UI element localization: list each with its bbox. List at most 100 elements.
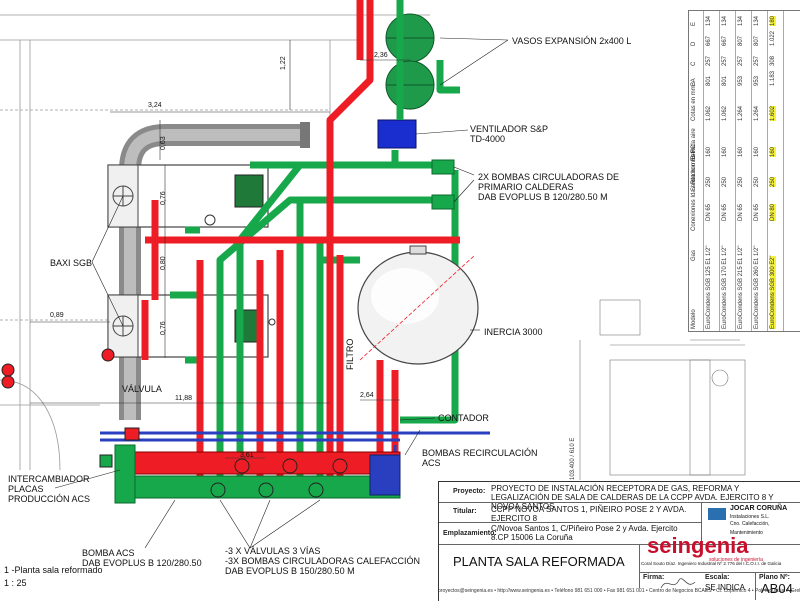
table-cell: EuroCondens SGB 215 E bbox=[738, 260, 744, 329]
table-cell: 1.264 bbox=[754, 105, 760, 121]
label-recirc-pumps-2: ACS bbox=[422, 458, 441, 468]
label-three-way-valves: -3 X VÁLVULAS 3 VÍAS bbox=[225, 546, 321, 556]
table-cell: 250 bbox=[722, 176, 728, 187]
boiler-upper bbox=[107, 164, 269, 228]
label-boiler: BAXI SGB bbox=[50, 258, 93, 268]
boiler-model-table: Modelo Gas Conexiones Ida / Retorno IC-R… bbox=[688, 10, 800, 332]
boiler-lower bbox=[107, 294, 276, 358]
label-heat-exchanger-2: PLACAS bbox=[8, 484, 44, 494]
table-cell: 801 bbox=[706, 75, 712, 86]
table-cell: 667 bbox=[722, 35, 728, 46]
label-heating-pumps: -3X BOMBAS CIRCULADORAS CALEFACCIÓN bbox=[225, 556, 421, 566]
table-cell: 1.062 bbox=[706, 105, 712, 121]
table-cell: 134 bbox=[722, 15, 728, 26]
table-cell: 1.264 bbox=[738, 105, 744, 121]
label-heat-exchanger: INTERCAMBIADOR bbox=[8, 474, 90, 484]
table-cell: 250 bbox=[738, 176, 744, 187]
sheet-title: PLANTA SALA REFORMADA bbox=[453, 554, 625, 569]
footer-contact: proyectos@seingenia.es • http://www.sein… bbox=[438, 588, 800, 594]
table-cell: DN 65 bbox=[754, 203, 760, 221]
table-cell-highlighted: DN 80 bbox=[770, 203, 776, 221]
dim-text: 3,24 bbox=[148, 102, 162, 109]
table-cell-highlighted: 1.602 bbox=[770, 105, 776, 121]
table-cell: 257 bbox=[706, 55, 712, 66]
label-valve: VÁLVULA bbox=[122, 384, 162, 394]
table-cell: 801 bbox=[722, 75, 728, 86]
table-header-air: Entrada aire bbox=[691, 128, 697, 161]
label-expansion-vessels: VASOS EXPANSIÓN 2x400 L bbox=[512, 36, 632, 46]
dim-text: 3,61 bbox=[240, 452, 254, 459]
dim-text: 2,64 bbox=[360, 392, 374, 399]
table-cell: 250 bbox=[754, 176, 760, 187]
company-logo bbox=[708, 508, 726, 520]
table-cell: 257 bbox=[738, 55, 744, 66]
brand-cell: seingenia soluciones de ingeniería bbox=[639, 534, 800, 564]
inertia-tank bbox=[357, 245, 479, 365]
label-primary-pumps-2: PRIMARIO CALDERAS bbox=[478, 182, 574, 192]
table-cell: 807 bbox=[738, 35, 744, 46]
table-cell-highlighted: 250 bbox=[770, 176, 776, 187]
divider bbox=[639, 572, 800, 573]
table-cell: 160 bbox=[706, 146, 712, 157]
table-cell: DN 65 bbox=[738, 203, 744, 221]
table-cell: 160 bbox=[738, 146, 744, 157]
table-cell: 807 bbox=[754, 35, 760, 46]
table-cell-highlighted: 2" bbox=[770, 255, 776, 261]
table-cell: 1 1/2" bbox=[738, 245, 744, 261]
table-cell: 1.062 bbox=[722, 105, 728, 121]
project-key: Proyecto: bbox=[453, 488, 486, 495]
table-cell: 134 bbox=[754, 15, 760, 26]
table-cell: 257 bbox=[754, 55, 760, 66]
sheet-title-cell: PLANTA SALA REFORMADA bbox=[439, 544, 640, 588]
table-header-gas: Gas bbox=[691, 249, 697, 261]
table-cell: EuroCondens SGB 170 E bbox=[722, 260, 728, 329]
table-cell-highlighted: 180 bbox=[770, 15, 776, 26]
table-header-e: E bbox=[691, 21, 697, 26]
table-cell: 1 1/2" bbox=[754, 245, 760, 261]
table-cell: DN 65 bbox=[706, 203, 712, 221]
valve-marker bbox=[1, 375, 15, 389]
table-cell: 134 bbox=[706, 15, 712, 26]
table-cell: 134 bbox=[738, 15, 744, 26]
table-cell: 250 bbox=[706, 176, 712, 187]
dim-text: 11,88 bbox=[175, 395, 192, 402]
table-cell: 257 bbox=[722, 55, 728, 66]
primary-pumps bbox=[431, 159, 455, 210]
dim-text: 0,63 bbox=[160, 136, 167, 150]
title-block: Proyecto: PROYECTO DE INSTALACIÓN RECEPT… bbox=[438, 481, 800, 601]
table-cell: 1 1/2" bbox=[722, 245, 728, 261]
dim-text: 0,76 bbox=[160, 191, 167, 205]
table-header-d: D bbox=[691, 41, 697, 46]
table-cell: DN 65 bbox=[722, 203, 728, 221]
table-cell: 308 bbox=[770, 55, 776, 66]
valve-marker bbox=[1, 363, 15, 377]
table-header-model: Modelo bbox=[691, 309, 697, 329]
dim-text: 0,80 bbox=[160, 256, 167, 270]
table-cell: EuroCondens SGB 260 E bbox=[754, 260, 760, 329]
table-cell: 1.183 bbox=[770, 70, 776, 86]
location-key: Emplazamiento: bbox=[443, 530, 497, 537]
expansion-vessels bbox=[385, 13, 435, 110]
dim-text: 2,36 bbox=[374, 52, 388, 59]
label-filter: FILTRO bbox=[345, 338, 355, 370]
label-heat-exchanger-3: PRODUCCIÓN ACS bbox=[8, 494, 91, 504]
table-cell: 160 bbox=[754, 146, 760, 157]
table-cell: 160 bbox=[722, 146, 728, 157]
label-heating-pumps-model: DAB EVOPLUS B 150/280.50 M bbox=[225, 566, 355, 576]
ventilator bbox=[377, 119, 417, 149]
plan-number-key: Plano Nº: bbox=[759, 574, 790, 581]
table-cell: EuroCondens SGB 125 E bbox=[706, 260, 712, 329]
label-ventilator-model: TD-4000 bbox=[470, 134, 506, 144]
table-header-c: C bbox=[691, 61, 697, 66]
plan-name: 1 -Planta sala reformado bbox=[4, 565, 103, 575]
label-meter: CONTADOR bbox=[438, 413, 489, 423]
table-header-b: B bbox=[691, 81, 697, 86]
brand-note: Coral Souto Díaz. Ingeniero Industrial N… bbox=[641, 561, 782, 566]
table-cell: 1 1/2" bbox=[706, 245, 712, 261]
table-cell: 667 bbox=[706, 35, 712, 46]
label-recirc-pumps: BOMBAS RECIRCULACIÓN bbox=[422, 448, 538, 458]
valve-marker bbox=[101, 348, 115, 362]
holder-key: Titular: bbox=[453, 508, 477, 515]
table-cell: 1.022 bbox=[770, 30, 776, 46]
dim-text: 0,76 bbox=[160, 321, 167, 335]
